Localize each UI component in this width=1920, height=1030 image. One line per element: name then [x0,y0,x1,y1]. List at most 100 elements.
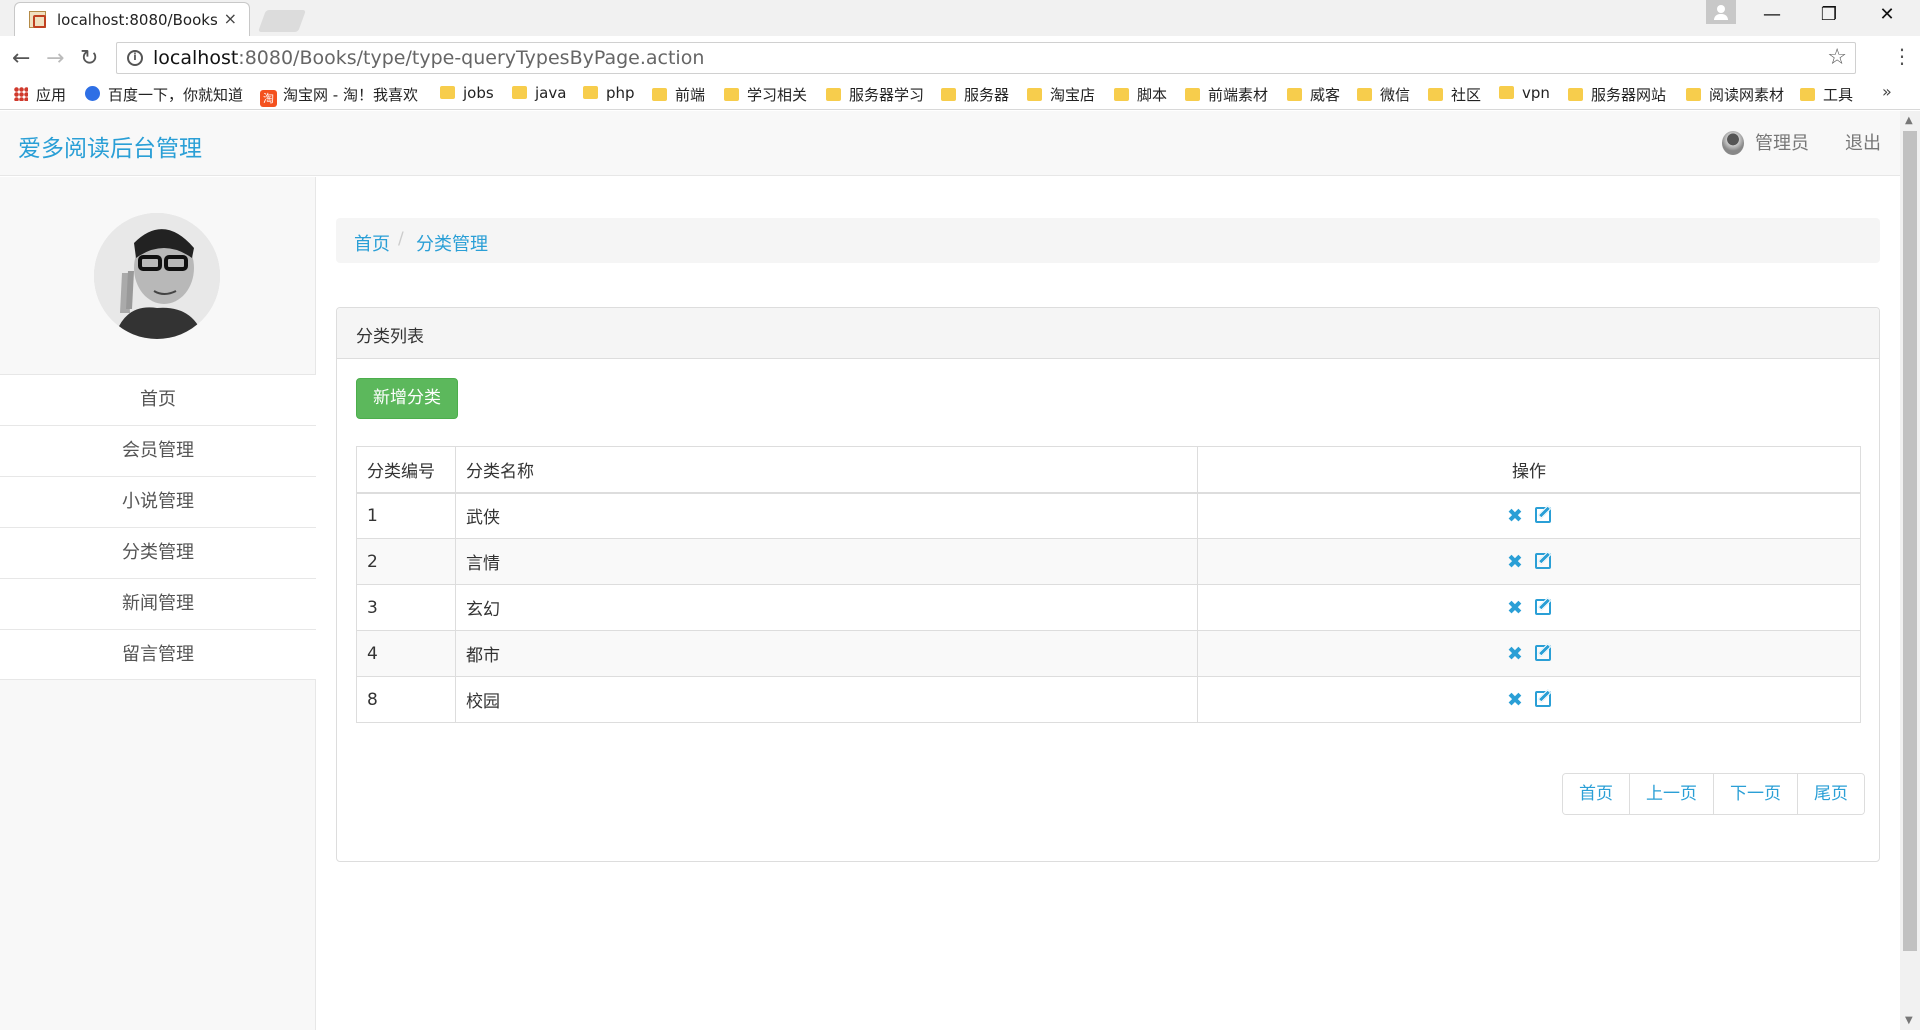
table-row: 4 都市 ✖ [356,630,1861,677]
breadcrumb-home[interactable]: 首页 [354,230,390,256]
bookmark-folder[interactable]: 服务器学习 [826,84,924,105]
profile-icon[interactable] [1706,0,1736,24]
bookmark-folder[interactable]: 阅读网素材 [1686,84,1784,105]
folder-icon [1800,88,1815,101]
bookmark-folder[interactable]: 威客 [1287,84,1340,105]
browser-tab[interactable]: localhost:8080/Books/t × [14,2,250,36]
bookmark-folder[interactable]: 脚本 [1114,84,1167,105]
restore-button[interactable]: ❐ [1809,4,1849,25]
bookmark-folder[interactable]: 前端素材 [1185,84,1268,105]
breadcrumb: 首页 / 分类管理 [336,218,1880,263]
bookmark-star-icon[interactable]: ☆ [1827,45,1847,70]
table-row: 3 玄幻 ✖ [356,584,1861,631]
folder-icon [583,86,598,99]
bookmark-baidu[interactable]: 百度一下，你就知道 [85,84,243,105]
folder-icon [1027,88,1042,101]
new-tab-button[interactable] [257,10,307,32]
folder-icon [724,88,739,101]
bookmark-folder[interactable]: java [512,84,566,102]
tab-title: localhost:8080/Books/t [57,11,217,29]
back-icon[interactable]: ← [12,46,30,71]
bookmark-folder[interactable]: 微信 [1357,84,1410,105]
delete-icon[interactable]: ✖ [1507,597,1523,619]
cell-id: 4 [356,630,456,677]
url-text: localhost:8080/Books/type/type-queryType… [153,47,705,69]
bookmark-folder[interactable]: 工具 [1800,84,1853,105]
breadcrumb-current[interactable]: 分类管理 [416,230,488,256]
pagination: 首页 上一页 下一页 尾页 [1562,773,1865,815]
folder-icon [1686,88,1701,101]
cell-name: 都市 [455,630,1198,677]
avatar [94,213,220,339]
forward-icon[interactable]: → [46,46,64,71]
admin-link[interactable]: 管理员 [1755,129,1809,155]
add-category-button[interactable]: 新增分类 [356,378,458,419]
bookmark-apps[interactable]: 应用 [14,84,66,105]
category-panel: 分类列表 新增分类 分类编号 分类名称 操作 1 武侠 ✖ 2 言情 ✖ 3 玄… [336,307,1880,862]
page-scrollbar[interactable]: ▲ ▼ [1900,111,1920,1030]
brand-link[interactable]: 爱多阅读后台管理 [18,129,202,163]
reload-icon[interactable]: ↻ [80,46,98,71]
page-last-link[interactable]: 尾页 [1797,774,1864,814]
bookmark-folder[interactable]: vpn [1499,84,1550,102]
scroll-up-icon[interactable]: ▲ [1905,115,1913,126]
sidebar-item-news[interactable]: 新闻管理 [0,578,316,629]
table-header-row: 分类编号 分类名称 操作 [356,446,1861,494]
breadcrumb-separator: / [398,229,404,249]
sidebar-item-messages[interactable]: 留言管理 [0,629,316,680]
page-next-link[interactable]: 下一页 [1713,774,1797,814]
edit-icon[interactable] [1534,598,1551,615]
bookmark-folder[interactable]: jobs [440,84,494,102]
folder-icon [1357,88,1372,101]
cell-name: 校园 [455,676,1198,723]
sidebar-menu: 首页 会员管理 小说管理 分类管理 新闻管理 留言管理 [0,374,316,680]
sidebar-item-home[interactable]: 首页 [0,374,316,425]
bookmark-folder[interactable]: 服务器网站 [1568,84,1666,105]
info-icon[interactable]: i [127,50,143,66]
admin-avatar [1722,131,1744,155]
edit-icon[interactable] [1534,552,1551,569]
bookmark-folder[interactable]: 服务器 [941,84,1009,105]
page-first-link[interactable]: 首页 [1563,774,1629,814]
bookmark-folder[interactable]: 学习相关 [724,84,807,105]
scroll-thumb[interactable] [1903,131,1917,951]
delete-icon[interactable]: ✖ [1507,551,1523,573]
sidebar-item-novels[interactable]: 小说管理 [0,476,316,527]
bookmark-taobao[interactable]: 淘淘宝网 - 淘！我喜欢 [260,84,418,107]
table-row: 2 言情 ✖ [356,538,1861,585]
logout-link[interactable]: 退出 [1845,129,1881,155]
folder-icon [652,88,667,101]
cell-actions: ✖ [1197,630,1861,677]
delete-icon[interactable]: ✖ [1507,643,1523,665]
minimize-button[interactable]: — [1752,4,1792,25]
sidebar-item-members[interactable]: 会员管理 [0,425,316,476]
cell-actions: ✖ [1197,584,1861,631]
folder-icon [941,88,956,101]
bookmark-folder[interactable]: php [583,84,635,102]
column-header-id: 分类编号 [356,446,456,494]
browser-tab-bar: localhost:8080/Books/t × — ❐ ✕ [0,0,1920,36]
bookmark-folder[interactable]: 社区 [1428,84,1481,105]
url-input[interactable]: i localhost:8080/Books/type/type-queryTy… [116,42,1856,74]
folder-icon [1185,88,1200,101]
scroll-down-icon[interactable]: ▼ [1905,1015,1913,1026]
cell-id: 1 [356,492,456,539]
tab-close-icon[interactable]: × [224,9,237,28]
cell-actions: ✖ [1197,676,1861,723]
sidebar-item-categories[interactable]: 分类管理 [0,527,316,578]
delete-icon[interactable]: ✖ [1507,505,1523,527]
address-bar-row: ← → ↻ i localhost:8080/Books/type/type-q… [0,36,1920,80]
edit-icon[interactable] [1534,690,1551,707]
apps-icon [14,87,28,101]
bookmark-folder[interactable]: 前端 [652,84,705,105]
bookmark-folder[interactable]: 淘宝店 [1027,84,1095,105]
edit-icon[interactable] [1534,506,1551,523]
table-row: 8 校园 ✖ [356,676,1861,723]
bookmarks-more-icon[interactable]: » [1882,82,1892,101]
browser-menu-icon[interactable]: ⋮ [1892,44,1912,68]
avatar-portrait [94,213,220,339]
edit-icon[interactable] [1534,644,1551,661]
delete-icon[interactable]: ✖ [1507,689,1523,711]
page-prev-link[interactable]: 上一页 [1629,774,1713,814]
close-window-button[interactable]: ✕ [1867,4,1907,25]
